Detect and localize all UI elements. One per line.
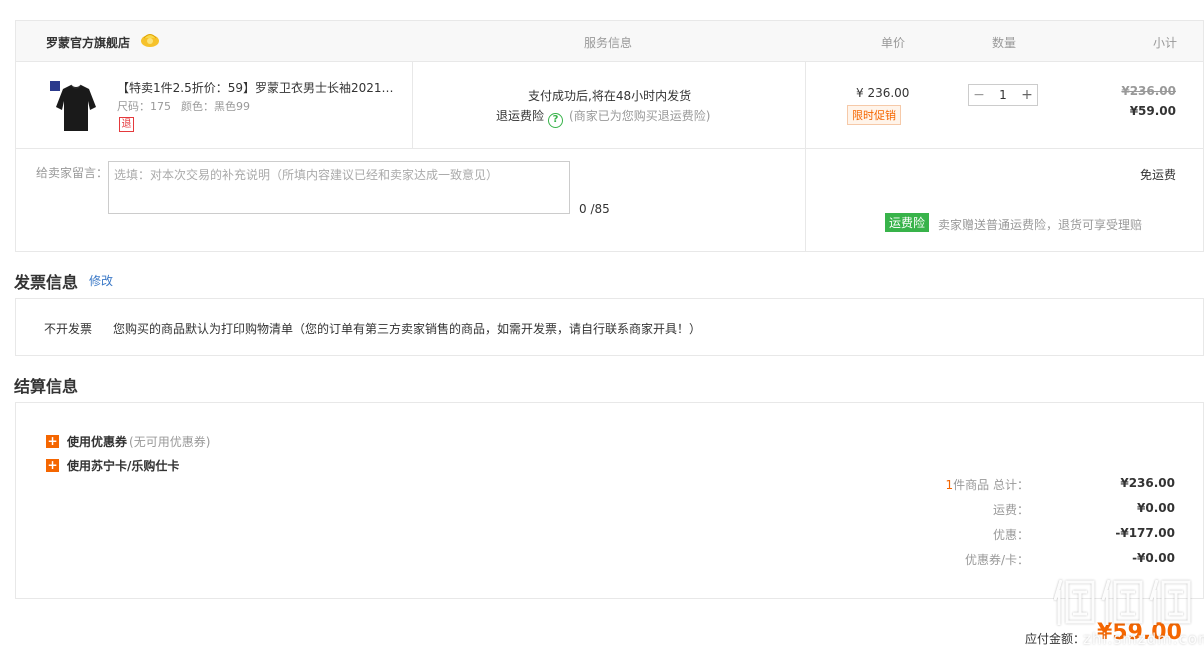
free-shipping: 免运费: [1139, 168, 1176, 182]
increase-button[interactable]: +: [1017, 85, 1037, 105]
summary-value: ¥0.00: [1137, 501, 1175, 515]
divider: [805, 62, 806, 148]
product-title[interactable]: 【特卖1件2.5折价：59】罗蒙卫衣男士长袖2021新款: [117, 79, 402, 96]
summary-value: -¥0.00: [1132, 551, 1175, 565]
summary-label-text: 件商品 总计：: [953, 478, 1029, 492]
summary-coupon-row: 优惠券/卡： -¥0.00: [935, 551, 1175, 567]
summary-label: 优惠券/卡：: [964, 553, 1029, 567]
summary-value: ¥236.00: [1120, 476, 1175, 490]
col-subtotal: 小计: [1153, 36, 1178, 50]
summary-label: 优惠：: [992, 528, 1029, 542]
product-spec: 尺码：175 颜色：黑色99: [117, 98, 250, 114]
watermark-text: zhi.smzdm.com: [1083, 630, 1204, 648]
subtotal-original: ¥236.00: [1121, 84, 1176, 98]
order-box: 罗蒙官方旗舰店 服务信息 单价 数量 小计 【特卖1件2.5折价：59】罗蒙卫衣…: [15, 20, 1204, 252]
use-card-label: 使用苏宁卡/乐购仕卡: [67, 459, 180, 473]
summary-shipping-row: 运费： ¥0.00: [935, 501, 1175, 517]
insurance-tag: 运费险: [885, 213, 930, 232]
return-tag: 退: [119, 117, 134, 132]
invoice-edit-link[interactable]: 修改: [89, 272, 113, 289]
divider: [805, 149, 806, 252]
shipping-promise: 支付成功后,将在48小时内发货: [528, 89, 692, 103]
unit-price: ¥ 236.00: [856, 86, 910, 100]
order-header-row: 罗蒙官方旗舰店 服务信息 单价 数量 小计: [16, 21, 1203, 62]
divider: [412, 62, 413, 148]
return-insurance: 退运费险? (商家已为您购买退运费险): [496, 107, 710, 128]
product-color: 颜色：黑色99: [181, 100, 250, 113]
settlement-section-title: 结算信息: [14, 377, 79, 396]
use-coupon-note: (无可用优惠券): [129, 435, 211, 449]
col-quantity: 数量: [992, 36, 1017, 50]
invoice-box: 不开发票 您购买的商品默认为打印购物清单（您的订单有第三方卖家销售的商品，如需开…: [15, 298, 1204, 356]
use-coupon-label: 使用优惠券: [67, 435, 128, 449]
insurance-text: 卖家赠送普通运费险，退货可享受理赔: [938, 218, 1143, 232]
promo-badge: 限时促销: [847, 105, 901, 125]
expand-plus-icon: +: [46, 434, 59, 448]
summary-total-row: 1件商品 总计： ¥236.00: [935, 476, 1175, 492]
message-char-count: 0 /85: [579, 202, 610, 216]
summary-label: 运费：: [992, 503, 1029, 517]
message-row: 给卖家留言： 0 /85 免运费 运费险 卖家赠送普通运费险，退货可享受理赔: [16, 149, 1203, 252]
settlement-box: + 使用优惠券 (无可用优惠券) + 使用苏宁卡/乐购仕卡 1件商品 总计： ¥…: [15, 402, 1204, 599]
message-label: 给卖家留言：: [36, 166, 109, 180]
summary-value: -¥177.00: [1115, 526, 1175, 540]
product-thumbnail[interactable]: [49, 79, 103, 137]
quantity-stepper: − 1 +: [968, 84, 1038, 106]
summary-label: 1件商品 总计：: [946, 476, 1029, 493]
expand-plus-icon: +: [46, 458, 59, 472]
invoice-type: 不开发票: [44, 322, 93, 336]
quantity-value[interactable]: 1: [989, 88, 1017, 102]
return-insurance-label: 退运费险: [496, 109, 545, 123]
shop-badge-icon: [141, 34, 159, 47]
seller-message-input[interactable]: [108, 161, 570, 214]
decrease-button[interactable]: −: [969, 85, 989, 105]
use-card-toggle[interactable]: + 使用苏宁卡/乐购仕卡: [46, 457, 179, 474]
subtotal-final: ¥59.00: [1129, 104, 1176, 118]
shop-name[interactable]: 罗蒙官方旗舰店: [46, 34, 130, 51]
invoice-description: 您购买的商品默认为打印购物清单（您的订单有第三方卖家销售的商品，如需开发票，请自…: [113, 322, 702, 336]
col-unit-price: 单价: [881, 36, 906, 50]
return-insurance-note: (商家已为您购买退运费险): [569, 109, 711, 123]
help-icon[interactable]: ?: [548, 113, 564, 128]
amount-due-label: 应付金额：: [1025, 632, 1086, 646]
invoice-section-title: 发票信息: [14, 273, 79, 292]
use-coupon-toggle[interactable]: + 使用优惠券 (无可用优惠券): [46, 433, 210, 450]
col-service: 服务信息: [584, 36, 633, 50]
summary-discount-row: 优惠： -¥177.00: [935, 526, 1175, 542]
item-row: 【特卖1件2.5折价：59】罗蒙卫衣男士长袖2021新款 尺码：175 颜色：黑色…: [16, 62, 1203, 149]
product-size: 尺码：175: [117, 100, 171, 113]
